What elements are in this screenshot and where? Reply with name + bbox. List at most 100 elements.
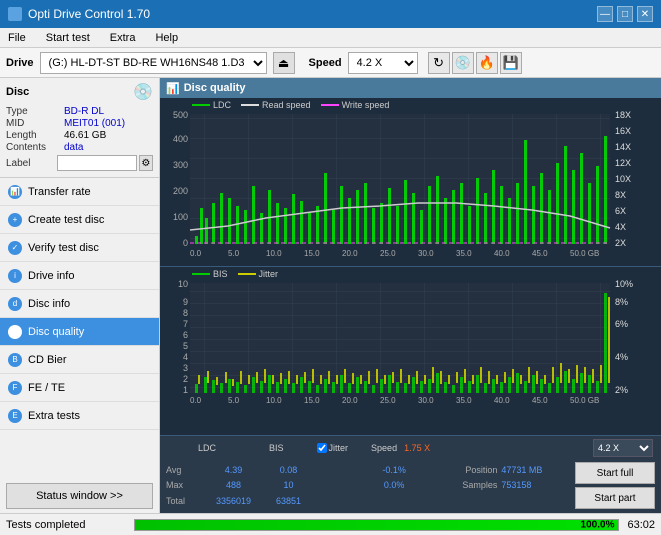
app-title: Opti Drive Control 1.70 xyxy=(28,7,150,21)
svg-text:30.0: 30.0 xyxy=(418,249,434,258)
sidebar-item-transfer-rate[interactable]: 📊 Transfer rate xyxy=(0,178,159,206)
jitter-label: Jitter xyxy=(329,443,349,453)
disc-quality-icon: ★ xyxy=(8,325,22,339)
svg-text:15.0: 15.0 xyxy=(304,396,320,405)
disc-mid-row: MID MEIT01 (001) xyxy=(6,118,153,129)
disc-section: Disc 💿 Type BD-R DL MID MEIT01 (001) Len… xyxy=(0,78,159,178)
cd-bier-icon: B xyxy=(8,353,22,367)
speed-mode-select[interactable]: 4.2 X xyxy=(593,439,653,457)
menubar: File Start test Extra Help xyxy=(0,28,661,48)
disc-type-row: Type BD-R DL xyxy=(6,106,153,117)
disc-mid-label: MID xyxy=(6,118,64,129)
position-value: 47731 MB xyxy=(497,462,567,478)
speed-col-header: Speed xyxy=(371,443,397,453)
svg-text:6%: 6% xyxy=(615,319,628,329)
svg-text:6X: 6X xyxy=(615,206,626,216)
menu-start-test[interactable]: Start test xyxy=(42,31,94,45)
disc-label-row: Label ⚙ xyxy=(6,155,153,171)
cd-bier-label: CD Bier xyxy=(28,354,67,366)
drive-info-icon: i xyxy=(8,269,22,283)
svg-text:18X: 18X xyxy=(615,110,631,120)
minimize-button[interactable]: — xyxy=(597,6,613,22)
close-button[interactable]: ✕ xyxy=(637,6,653,22)
svg-text:35.0: 35.0 xyxy=(456,396,472,405)
statusbar: Tests completed 100.0% 63:02 xyxy=(0,513,661,535)
speed-label: Speed xyxy=(309,57,342,69)
svg-text:40.0: 40.0 xyxy=(494,249,510,258)
svg-text:4X: 4X xyxy=(615,222,626,232)
speed-select[interactable]: 4.2 X xyxy=(348,52,418,74)
legend-bis: BIS xyxy=(192,269,228,279)
svg-text:500: 500 xyxy=(173,110,188,120)
titlebar-controls: — □ ✕ xyxy=(597,6,653,22)
left-panel: Disc 💿 Type BD-R DL MID MEIT01 (001) Len… xyxy=(0,78,160,513)
svg-text:5.0: 5.0 xyxy=(228,249,240,258)
svg-text:3: 3 xyxy=(183,363,188,373)
disc-title: Disc xyxy=(6,86,29,98)
svg-text:10: 10 xyxy=(178,279,188,289)
menu-extra[interactable]: Extra xyxy=(106,31,140,45)
extra-tests-icon: E xyxy=(8,409,22,423)
svg-text:1: 1 xyxy=(183,385,188,395)
extra-tests-label: Extra tests xyxy=(28,410,80,422)
eject-icon[interactable]: ⏏ xyxy=(273,52,295,74)
chart-title-bar: 📊 Disc quality xyxy=(160,78,661,98)
menu-file[interactable]: File xyxy=(4,31,30,45)
status-window-button[interactable]: Status window >> xyxy=(6,483,153,509)
burn-icon[interactable]: 🔥 xyxy=(476,52,498,74)
bottom-chart-svg: 1 2 3 4 5 6 7 8 9 10 2% 4% 6% 8% 10% xyxy=(160,267,661,435)
sidebar-item-extra-tests[interactable]: E Extra tests xyxy=(0,402,159,430)
disc-label-btn[interactable]: ⚙ xyxy=(139,155,153,171)
drive-info-label: Drive info xyxy=(28,270,74,282)
svg-text:6: 6 xyxy=(183,330,188,340)
avg-jitter-value: -0.1% xyxy=(376,462,412,478)
total-bis-value: 63851 xyxy=(261,493,316,509)
sidebar-item-disc-info[interactable]: d Disc info xyxy=(0,290,159,318)
drivebar: Drive (G:) HL-DT-ST BD-RE WH16NS48 1.D3 … xyxy=(0,48,661,78)
svg-text:35.0: 35.0 xyxy=(456,249,472,258)
nav-items: 📊 Transfer rate + Create test disc ✓ Ver… xyxy=(0,178,159,479)
save-icon[interactable]: 💾 xyxy=(500,52,522,74)
right-panel: 📊 Disc quality LDC Read speed xyxy=(160,78,661,513)
refresh-icon[interactable]: ↻ xyxy=(428,52,450,74)
legend-jitter: Jitter xyxy=(238,269,279,279)
chart-icon: 📊 xyxy=(166,82,180,95)
svg-text:20.0: 20.0 xyxy=(342,396,358,405)
legend-ldc: LDC xyxy=(192,100,231,110)
disc-mid-value: MEIT01 (001) xyxy=(64,118,125,129)
sidebar-item-drive-info[interactable]: i Drive info xyxy=(0,262,159,290)
sidebar-item-fe-te[interactable]: F FE / TE xyxy=(0,374,159,402)
maximize-button[interactable]: □ xyxy=(617,6,633,22)
svg-text:7: 7 xyxy=(183,319,188,329)
disc-label-input[interactable] xyxy=(57,155,137,171)
disc-icon[interactable]: 💿 xyxy=(452,52,474,74)
chart-title: Disc quality xyxy=(184,82,246,94)
sidebar-item-verify-test-disc[interactable]: ✓ Verify test disc xyxy=(0,234,159,262)
start-full-button[interactable]: Start full xyxy=(575,462,655,484)
legend-read: Read speed xyxy=(241,100,311,110)
status-text: Tests completed xyxy=(6,519,126,531)
sidebar-item-create-test-disc[interactable]: + Create test disc xyxy=(0,206,159,234)
disc-label-label: Label xyxy=(6,158,57,169)
drive-select[interactable]: (G:) HL-DT-ST BD-RE WH16NS48 1.D3 xyxy=(40,52,267,74)
svg-text:10X: 10X xyxy=(615,174,631,184)
menu-help[interactable]: Help xyxy=(151,31,182,45)
legend-write: Write speed xyxy=(321,100,390,110)
start-part-button[interactable]: Start part xyxy=(575,487,655,509)
disc-type-value: BD-R DL xyxy=(64,106,104,117)
jitter-checkbox[interactable] xyxy=(317,443,327,453)
svg-text:9: 9 xyxy=(183,297,188,307)
svg-text:10%: 10% xyxy=(615,279,633,289)
toolbar-icons: ↻ 💿 🔥 💾 xyxy=(428,52,522,74)
transfer-rate-label: Transfer rate xyxy=(28,186,91,198)
titlebar: Opti Drive Control 1.70 — □ ✕ xyxy=(0,0,661,28)
svg-text:25.0: 25.0 xyxy=(380,249,396,258)
progress-bar xyxy=(135,520,618,530)
svg-text:0: 0 xyxy=(183,238,188,248)
create-test-disc-label: Create test disc xyxy=(28,214,104,226)
sidebar-item-disc-quality[interactable]: ★ Disc quality xyxy=(0,318,159,346)
sidebar-item-cd-bier[interactable]: B CD Bier xyxy=(0,346,159,374)
svg-text:8: 8 xyxy=(183,308,188,318)
disc-eject-icon: 💿 xyxy=(133,82,153,102)
disc-length-label: Length xyxy=(6,130,64,141)
